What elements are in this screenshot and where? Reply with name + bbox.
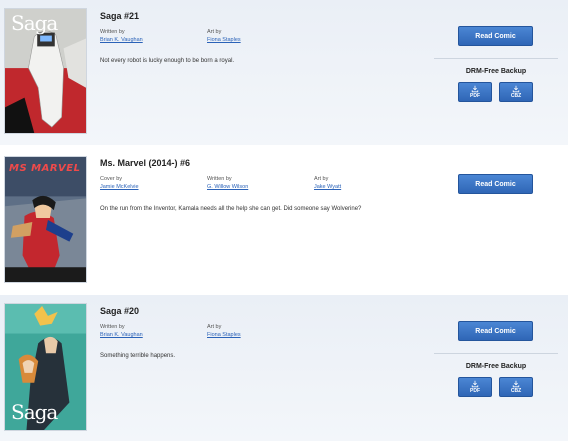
credit-name-link[interactable]: Jake Wyatt — [314, 184, 341, 190]
comic-item-ms-marvel-6: MS MARVEL Ms. Marvel (2014-) #6 Cover by… — [0, 145, 568, 295]
credit-artist: Art by Fiona Staples — [207, 29, 241, 43]
download-format-label: PDF — [470, 388, 480, 394]
drm-free-backup-heading: DRM-Free Backup — [465, 68, 527, 75]
download-pdf-button[interactable]: PDF — [458, 82, 492, 102]
download-format-label: PDF — [470, 93, 480, 99]
divider — [434, 353, 558, 354]
credit-role: Art by — [207, 29, 222, 35]
credit-writer: Written by G. Willow Wilson — [207, 176, 248, 190]
comic-title[interactable]: Saga #20 — [100, 306, 139, 316]
download-cbz-button[interactable]: CBZ — [499, 82, 533, 102]
download-cbz-button[interactable]: CBZ — [499, 377, 533, 397]
download-arrow-icon — [500, 380, 532, 388]
credit-role: Written by — [207, 176, 232, 182]
credit-role: Written by — [100, 324, 125, 330]
credit-writer: Written by Brian K. Vaughan — [100, 324, 143, 338]
read-comic-button[interactable]: Read Comic — [458, 321, 533, 341]
cover-image[interactable]: Saga — [4, 303, 87, 431]
cover-logo: MS MARVEL — [9, 163, 81, 174]
cover-logo: Saga — [11, 400, 58, 424]
credit-role: Art by — [207, 324, 222, 330]
credit-writer: Written by Brian K. Vaughan — [100, 29, 143, 43]
cover-image[interactable]: MS MARVEL — [4, 156, 87, 283]
read-comic-button[interactable]: Read Comic — [458, 174, 533, 194]
comic-title[interactable]: Saga #21 — [100, 11, 139, 21]
comic-description: Not every robot is lucky enough to be bo… — [100, 58, 235, 64]
divider — [434, 58, 558, 59]
comic-item-saga-20: Saga Saga #20 Written by Brian K. Vaugha… — [0, 295, 568, 441]
credit-role: Written by — [100, 29, 125, 35]
cover-image[interactable]: Saga — [4, 8, 87, 134]
download-arrow-icon — [459, 85, 491, 93]
read-comic-button[interactable]: Read Comic — [458, 26, 533, 46]
credit-artist: Art by Fiona Staples — [207, 324, 241, 338]
download-format-label: CBZ — [510, 388, 522, 394]
comic-description: On the run from the Inventor, Kamala nee… — [100, 206, 362, 212]
credit-name-link[interactable]: Fiona Staples — [207, 332, 241, 338]
comic-description: Something terrible happens. — [100, 353, 176, 359]
cover-logo: Saga — [11, 11, 58, 35]
credit-name-link[interactable]: G. Willow Wilson — [207, 184, 248, 190]
drm-free-backup-heading: DRM-Free Backup — [465, 363, 527, 370]
download-pdf-button[interactable]: PDF — [458, 377, 492, 397]
credit-name-link[interactable]: Brian K. Vaughan — [100, 37, 143, 43]
download-arrow-icon — [459, 380, 491, 388]
credit-role: Cover by — [100, 176, 123, 182]
credit-name-link[interactable]: Fiona Staples — [207, 37, 241, 43]
credit-name-link[interactable]: Jamie McKelvie — [100, 184, 139, 190]
download-format-label: CBZ — [510, 93, 522, 99]
comic-title[interactable]: Ms. Marvel (2014-) #6 — [100, 158, 190, 168]
comic-item-saga-21: Saga Saga #21 Written by Brian K. Vaugha… — [0, 0, 568, 145]
download-arrow-icon — [500, 85, 532, 93]
credit-role: Art by — [314, 176, 329, 182]
credit-cover: Cover by Jamie McKelvie — [100, 176, 139, 190]
credit-name-link[interactable]: Brian K. Vaughan — [100, 332, 143, 338]
credit-artist: Art by Jake Wyatt — [314, 176, 341, 190]
